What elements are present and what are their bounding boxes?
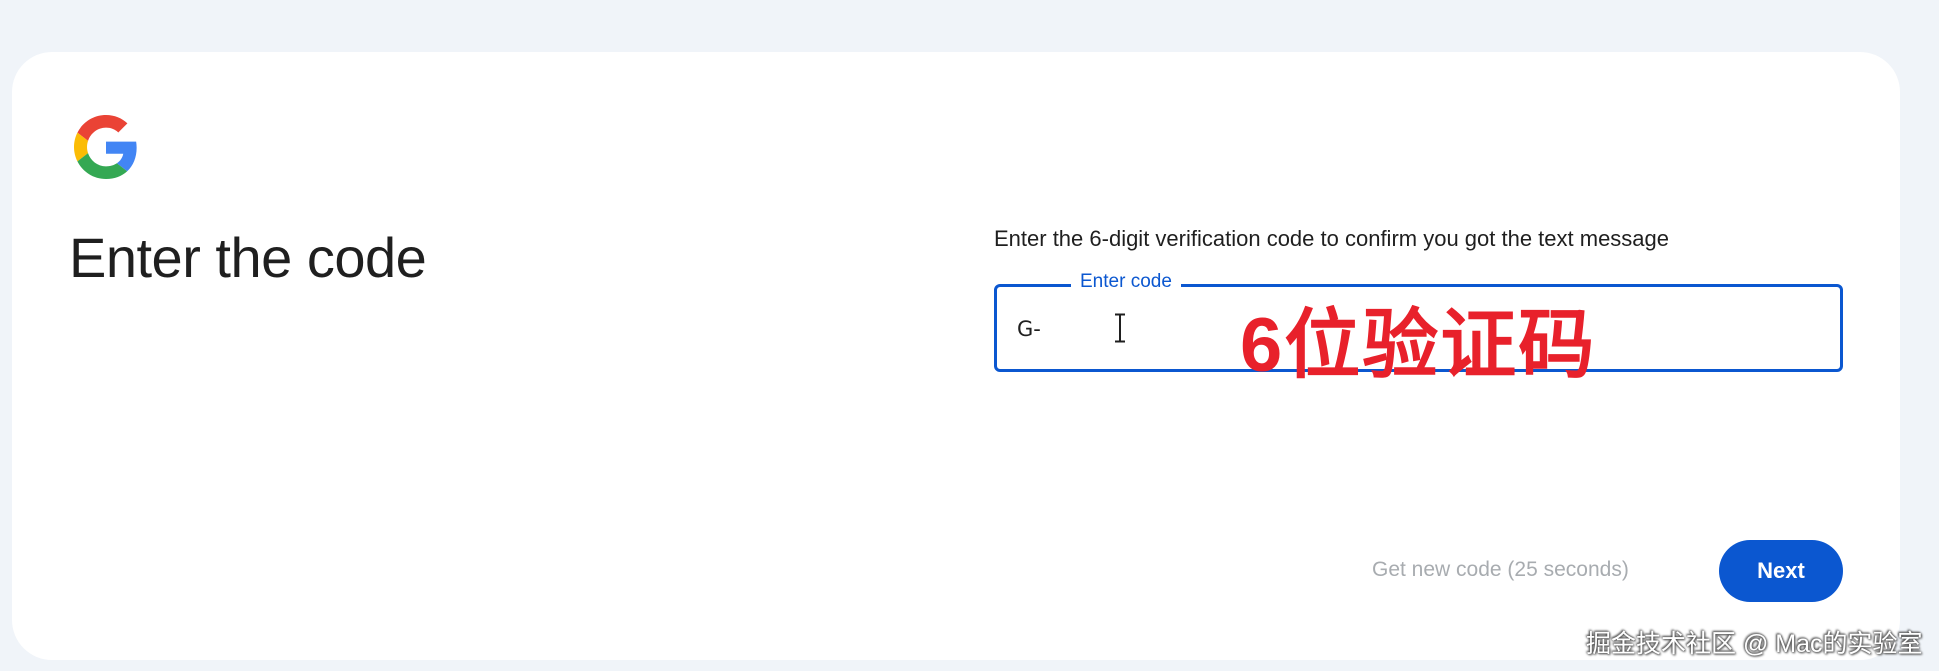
page-title: Enter the code xyxy=(69,226,427,289)
google-g-icon xyxy=(74,115,137,179)
code-prefix: G- xyxy=(1017,317,1041,341)
next-button[interactable]: Next xyxy=(1719,540,1843,602)
code-input-label: Enter code xyxy=(1071,271,1181,293)
annotation-overlay: 6位验证码 xyxy=(1240,303,1597,388)
watermark-text: 掘金技术社区 @ Mac的实验室 xyxy=(1586,630,1923,658)
text-cursor-icon xyxy=(1115,313,1125,343)
get-new-code-link[interactable]: Get new code (25 seconds) xyxy=(1372,558,1629,582)
instructions-text: Enter the 6-digit verification code to c… xyxy=(994,226,1670,251)
